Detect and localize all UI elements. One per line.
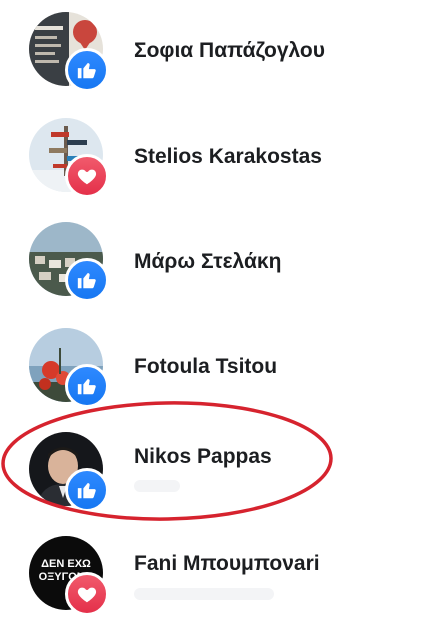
list-item[interactable]: ΔΕΝ ΕΧΩ ΟΞΥΓΟΝΟ Fani Μπουμπονari bbox=[0, 520, 436, 624]
love-reaction-badge bbox=[65, 572, 109, 616]
reactor-name[interactable]: Μάρω Στελάκη bbox=[134, 250, 281, 274]
like-reaction-badge bbox=[65, 258, 109, 302]
list-item[interactable]: Stelios Karakostas bbox=[0, 104, 436, 208]
avatar-container[interactable] bbox=[29, 12, 109, 92]
reactions-list: Σοφια Παπάζογλου Stelios Karakostas Μάρω… bbox=[0, 0, 436, 629]
avatar-container[interactable] bbox=[29, 118, 109, 198]
reactor-name[interactable]: Σοφια Παπάζογλου bbox=[134, 39, 325, 63]
avatar-container[interactable]: ΔΕΝ ΕΧΩ ΟΞΥΓΟΝΟ bbox=[29, 536, 109, 616]
reactor-name[interactable]: Stelios Karakostas bbox=[134, 145, 322, 169]
list-item[interactable]: Μάρω Στελάκη bbox=[0, 208, 436, 312]
thumbs-up-icon bbox=[77, 379, 96, 395]
avatar-container[interactable] bbox=[29, 222, 109, 302]
highlight-ellipse bbox=[1, 401, 333, 521]
thumbs-up-icon bbox=[77, 273, 96, 289]
list-item[interactable]: Σοφια Παπάζογλου bbox=[0, 0, 436, 104]
heart-icon bbox=[77, 169, 97, 185]
avatar-caption-line-1: ΔΕΝ ΕΧΩ bbox=[41, 558, 91, 570]
reactor-name[interactable]: Fotoula Tsitou bbox=[134, 355, 277, 379]
secondary-text-placeholder bbox=[134, 588, 274, 600]
avatar-container[interactable] bbox=[29, 328, 109, 408]
reactor-name[interactable]: Fani Μπουμπονari bbox=[134, 552, 320, 576]
heart-icon bbox=[77, 587, 97, 603]
like-reaction-badge bbox=[65, 48, 109, 92]
thumbs-up-icon bbox=[77, 63, 96, 79]
love-reaction-badge bbox=[65, 154, 109, 198]
